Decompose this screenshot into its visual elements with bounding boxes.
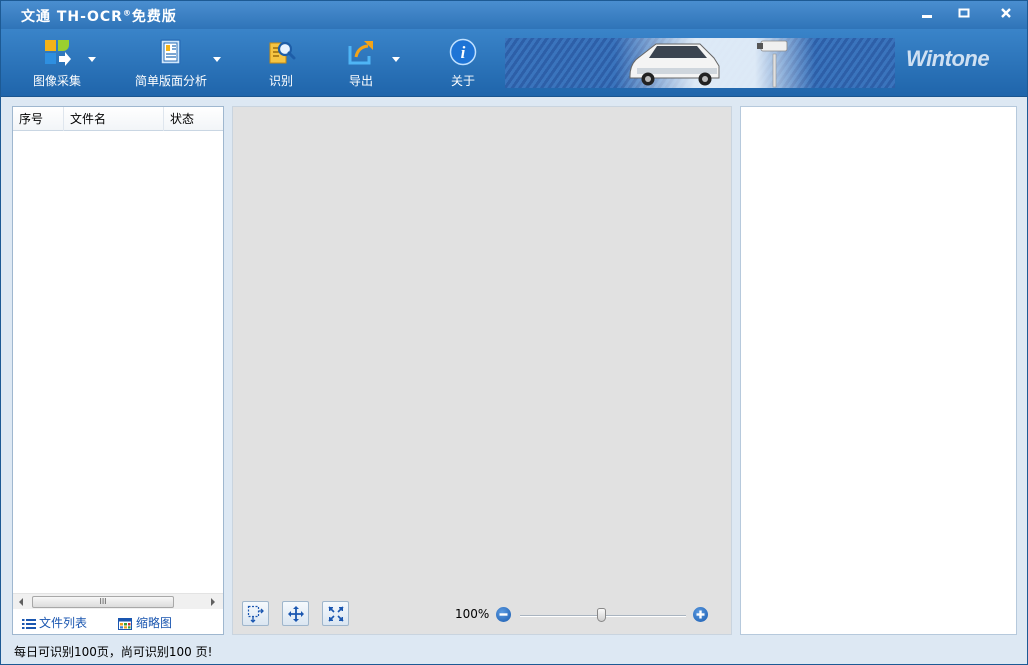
- window-title-main: 文通 TH-OCR: [21, 9, 123, 25]
- about-button[interactable]: i 关于: [441, 37, 485, 93]
- image-capture-dropdown-arrow[interactable]: [88, 57, 96, 62]
- image-capture-icon: [45, 40, 71, 66]
- file-list-header: 序号 文件名 状态: [13, 107, 223, 131]
- toolbar-label-recognize: 识别: [268, 74, 293, 88]
- toolbar-label-export: 导出: [348, 74, 373, 88]
- export-dropdown-arrow[interactable]: [392, 57, 400, 62]
- pan-button[interactable]: [282, 601, 309, 626]
- svg-text:i: i: [461, 43, 466, 62]
- minimize-icon: [922, 15, 932, 18]
- image-capture-button[interactable]: 图像采集: [27, 37, 87, 93]
- zoom-out-button[interactable]: [496, 607, 511, 622]
- toolbar-label-about: 关于: [450, 74, 475, 88]
- select-region-button[interactable]: [242, 601, 269, 626]
- list-icon: [22, 618, 36, 629]
- minimize-button[interactable]: [916, 5, 938, 25]
- export-icon: [348, 41, 373, 65]
- status-text: 每日可识别100页，尚可识别100 页!: [14, 645, 213, 659]
- pan-icon: [287, 606, 304, 622]
- file-list-panel: 序号 文件名 状态 III 文件列表 缩略图: [12, 106, 224, 635]
- file-list-body[interactable]: [13, 132, 223, 593]
- window-title-suffix: 免费版: [131, 9, 177, 25]
- minus-icon: [499, 613, 508, 616]
- registered-mark: ®: [122, 8, 132, 18]
- info-icon: i: [449, 38, 477, 66]
- thumbnail-icon: [118, 617, 132, 630]
- column-header-status[interactable]: 状态: [164, 107, 223, 131]
- fit-window-button[interactable]: [322, 601, 349, 626]
- tab-file-list[interactable]: 文件列表: [22, 614, 87, 632]
- toolbar-label-layout-analysis: 简单版面分析: [134, 74, 207, 88]
- close-icon: [1001, 8, 1011, 18]
- scroll-left-arrow-icon[interactable]: [19, 598, 23, 606]
- title-bar[interactable]: 文通 TH-OCR®免费版: [1, 1, 1027, 29]
- main-toolbar: 图像采集 简单版面分析 识别 导出 i 关于 Wintone: [1, 29, 1027, 97]
- recognition-result-panel[interactable]: [740, 106, 1017, 635]
- advertisement-banner[interactable]: [505, 38, 895, 88]
- layout-analysis-dropdown-arrow[interactable]: [213, 57, 221, 62]
- status-bar: 每日可识别100页，尚可识别100 页!: [1, 639, 1027, 664]
- column-header-filename[interactable]: 文件名: [64, 107, 164, 131]
- image-viewer-panel[interactable]: 100%: [232, 106, 732, 635]
- maximize-button[interactable]: [953, 5, 975, 25]
- horizontal-scrollbar[interactable]: III: [13, 593, 223, 609]
- scroll-right-arrow-icon[interactable]: [211, 598, 215, 606]
- zoom-in-button[interactable]: [693, 607, 708, 622]
- select-region-icon: [247, 605, 264, 623]
- brand-logo: Wintone: [906, 46, 990, 71]
- file-panel-tabs: 文件列表 缩略图: [13, 610, 223, 634]
- zoom-level-label: 100%: [455, 607, 490, 621]
- fit-window-icon: [327, 606, 344, 622]
- recognize-button[interactable]: 识别: [259, 37, 303, 93]
- app-window: 文通 TH-OCR®免费版 图像采集 简单版面分析 识别 导出 i 关于 Win…: [0, 0, 1028, 665]
- export-button[interactable]: 导出: [339, 37, 383, 93]
- toolbar-label-image-capture: 图像采集: [32, 74, 81, 88]
- scrollbar-thumb[interactable]: III: [32, 596, 174, 608]
- tab-thumbnails-label: 缩略图: [136, 616, 173, 630]
- plus-icon: [696, 610, 705, 619]
- car-image: [629, 40, 788, 88]
- maximize-icon: [958, 8, 970, 18]
- layout-analysis-icon: [160, 39, 181, 65]
- tab-file-list-label: 文件列表: [39, 616, 88, 630]
- column-header-index[interactable]: 序号: [13, 107, 64, 131]
- close-button[interactable]: [995, 5, 1017, 25]
- window-title: 文通 TH-OCR®免费版: [21, 6, 177, 26]
- zoom-slider-thumb[interactable]: [597, 608, 606, 622]
- tab-thumbnails[interactable]: 缩略图: [117, 614, 172, 632]
- layout-analysis-button[interactable]: 简单版面分析: [131, 37, 211, 93]
- recognize-icon: [269, 41, 296, 64]
